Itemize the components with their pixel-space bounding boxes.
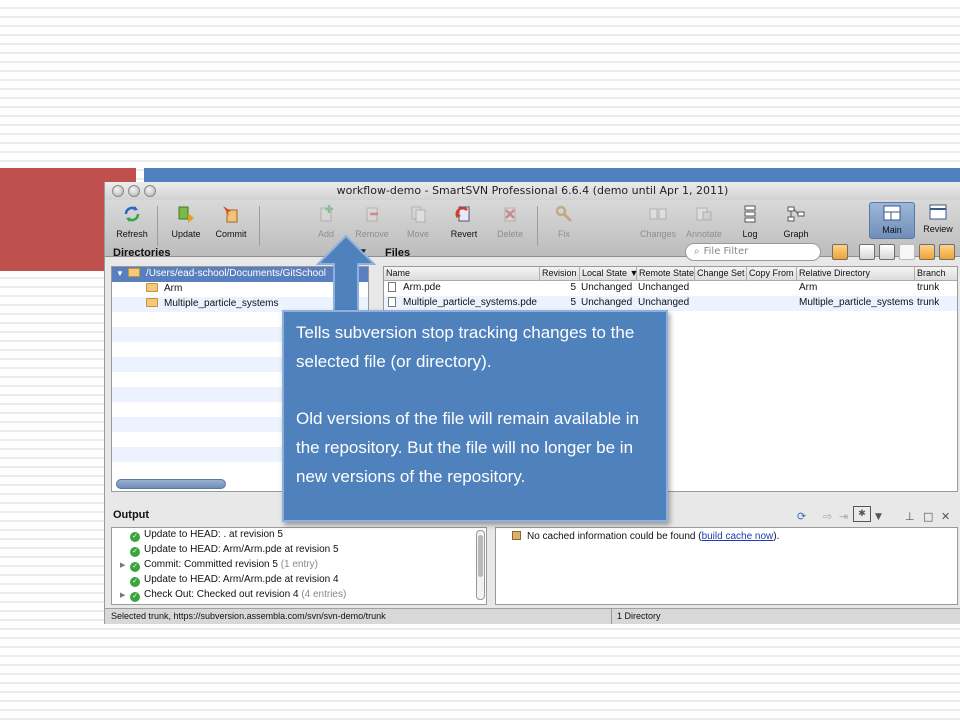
callout-box: Tells subversion stop tracking changes t…: [282, 310, 668, 522]
file-icon: [388, 297, 396, 307]
col-revision[interactable]: Revision: [540, 267, 580, 281]
show-ignored-icon[interactable]: [879, 244, 895, 260]
col-name[interactable]: Name: [384, 267, 540, 281]
pin-icon[interactable]: ⇥: [839, 510, 848, 523]
dropdown-arrow-icon[interactable]: ▼: [875, 512, 882, 522]
file-icon: [388, 282, 396, 292]
wrench-icon: [554, 204, 574, 224]
graph-icon: [786, 204, 806, 224]
check-icon: ✓: [130, 532, 140, 542]
show-remote-icon[interactable]: [939, 244, 955, 260]
close-icon[interactable]: ✕: [941, 510, 950, 523]
expand-arrow-icon[interactable]: ▶: [120, 589, 130, 603]
build-cache-link[interactable]: build cache now: [702, 531, 774, 542]
status-count: 1 Directory: [617, 611, 661, 621]
status-text: Selected trunk, https://subversion.assem…: [111, 611, 386, 621]
table-row[interactable]: Arm.pde 5 Unchanged Unchanged Arm trunk: [384, 281, 957, 296]
output-header: Output: [113, 509, 150, 521]
folder-icon: [146, 283, 158, 292]
toolbar-separator: [259, 206, 260, 246]
table-header: Name Revision Local State ▼ Remote State…: [384, 267, 957, 281]
folder-icon: [146, 298, 158, 307]
check-icon: ✓: [130, 547, 140, 557]
settings-icon[interactable]: ✱: [853, 506, 871, 522]
slide-accent-blue: [144, 168, 960, 182]
delete-icon: [500, 204, 520, 224]
maximize-icon[interactable]: □: [923, 510, 933, 523]
folder-icon: [127, 268, 140, 277]
output-details: No cached information could be found (bu…: [495, 527, 958, 605]
table-row[interactable]: Multiple_particle_systems.pde 5 Unchange…: [384, 296, 957, 311]
refresh-icon[interactable]: ⟳: [797, 510, 806, 523]
show-modified-icon[interactable]: [919, 244, 935, 260]
toolbar-separator: [537, 206, 538, 246]
main-view-button[interactable]: Main: [869, 202, 915, 239]
log-icon: [740, 204, 760, 224]
review-layout-icon: [928, 202, 948, 222]
changes-button[interactable]: Changes: [635, 204, 681, 254]
commit-button[interactable]: Commit: [208, 204, 254, 254]
fix-button[interactable]: Fix: [541, 204, 587, 254]
changes-icon: [648, 204, 668, 224]
remove-icon: [362, 204, 382, 224]
check-icon: ✓: [130, 577, 140, 587]
expand-arrow-icon[interactable]: ▶: [120, 559, 130, 573]
commit-icon: [221, 204, 241, 224]
callout-paragraph-1: Tells subversion stop tracking changes t…: [296, 323, 635, 371]
annotate-icon: [694, 204, 714, 224]
col-relative-directory[interactable]: Relative Directory: [797, 267, 915, 281]
pin-panel-icon[interactable]: ⊥: [905, 510, 915, 523]
update-icon: [176, 204, 196, 224]
expand-arrow-icon: ▼: [116, 269, 124, 278]
output-list: ✓ Update to HEAD: . at revision 5 ✓ Update…: [111, 527, 487, 605]
output-scrollbar[interactable]: [476, 530, 485, 600]
list-item[interactable]: ▶ ✓ Check Out: Checked out revision 4 (4 e…: [112, 588, 486, 603]
refresh-icon: [122, 204, 142, 224]
info-icon: [512, 531, 521, 540]
list-item[interactable]: ✓ Update to HEAD: Arm/Arm.pde at revision…: [112, 573, 486, 588]
list-item[interactable]: ✓ Update to HEAD: . at revision 5: [112, 528, 486, 543]
callout-arrow: [316, 234, 376, 313]
title-bar: workflow-demo - SmartSVN Professional 6.…: [105, 182, 960, 200]
check-icon: ✓: [130, 592, 140, 602]
forward-icon[interactable]: ⇨: [823, 510, 832, 523]
revert-button[interactable]: Revert: [441, 204, 487, 254]
status-bar: Selected trunk, https://subversion.assem…: [105, 608, 960, 624]
check-icon: ✓: [130, 562, 140, 572]
col-remote-state[interactable]: Remote State: [637, 267, 695, 281]
main-layout-icon: [882, 203, 902, 223]
col-copy-from[interactable]: Copy From: [747, 267, 797, 281]
add-icon: [316, 204, 336, 224]
callout-paragraph-2: Old versions of the file will remain ava…: [296, 409, 639, 486]
col-local-state[interactable]: Local State ▼: [580, 267, 638, 281]
col-branch[interactable]: Branch: [915, 267, 957, 281]
show-unversioned-icon[interactable]: [899, 244, 915, 260]
list-item[interactable]: ▶ ✓ Commit: Committed revision 5 (1 entry): [112, 558, 486, 573]
list-item[interactable]: ✓ Update to HEAD: Arm/Arm.pde at revision…: [112, 543, 486, 558]
window-title: workflow-demo - SmartSVN Professional 6.…: [336, 184, 729, 197]
delete-button[interactable]: Delete: [487, 204, 533, 254]
move-icon: [408, 204, 428, 224]
files-header: Files: [385, 247, 411, 259]
col-change-set[interactable]: Change Set: [695, 267, 747, 281]
show-unchanged-icon[interactable]: [859, 244, 875, 260]
directories-header: Directories: [113, 247, 171, 259]
review-view-button[interactable]: Review: [915, 202, 960, 239]
toolbar-separator: [157, 206, 158, 246]
directories-scrollbar[interactable]: [116, 479, 226, 489]
show-folders-icon[interactable]: [832, 244, 848, 260]
file-filter-input[interactable]: ⌕ File Filter: [685, 243, 821, 261]
search-icon: ⌕: [694, 246, 700, 257]
revert-icon: [454, 204, 474, 224]
